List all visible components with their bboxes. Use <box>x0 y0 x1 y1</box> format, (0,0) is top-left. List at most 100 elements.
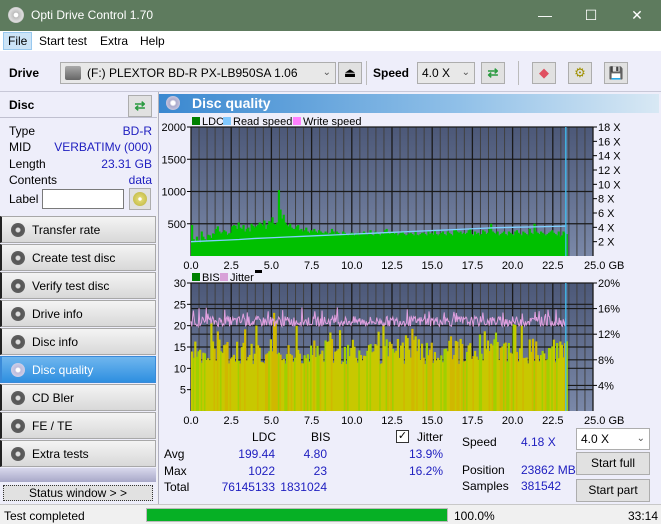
y-tick-label: 10 <box>174 363 186 375</box>
nav-label: Disc info <box>32 335 79 349</box>
nav-transfer-rate[interactable]: Transfer rate <box>0 216 156 243</box>
legend-swatch-jitter <box>220 273 228 281</box>
close-button[interactable]: ✕ <box>614 0 660 31</box>
x-tick-label: 0.0 <box>183 415 198 427</box>
jitter-checkbox[interactable]: ✓ <box>396 430 409 443</box>
eject-button[interactable]: ⏏ <box>338 62 362 84</box>
erase-button[interactable]: ◆ <box>532 62 556 84</box>
nav-create-test-disc[interactable]: Create test disc <box>0 244 156 271</box>
disc-key: MID <box>9 140 31 154</box>
position-value: 23862 MB <box>521 463 576 477</box>
menu-file[interactable]: File <box>3 32 33 50</box>
stats-header-ldc: LDC <box>252 430 277 444</box>
x-tick-label: 10.0 <box>341 260 362 272</box>
samples-value: 381542 <box>521 479 562 493</box>
start-part-button[interactable]: Start part <box>576 479 650 502</box>
disc-header: Disc ⇄ <box>0 92 157 118</box>
refresh-drive-button[interactable]: ⇄ <box>481 62 505 84</box>
disc-icon <box>11 223 25 237</box>
stats-avg-ldc: 199.44 <box>238 447 275 461</box>
save-button[interactable]: 💾 <box>604 62 628 84</box>
chevron-down-icon: ⌄ <box>461 67 470 78</box>
elapsed-time: 33:14 <box>628 509 659 523</box>
disc-row-mid: MID VERBATIMv (000) <box>9 140 152 156</box>
legend-swatch-bis <box>192 273 200 281</box>
nav-label: Drive info <box>32 307 83 321</box>
toolbar: Drive (F:) PLEXTOR BD-R PX-LB950SA 1.06 … <box>0 51 661 92</box>
nav-verify-test-disc[interactable]: Verify test disc <box>0 272 156 299</box>
nav-label: Verify test disc <box>32 279 110 293</box>
nav-cd-bler[interactable]: CD Bler <box>0 384 156 411</box>
legend-jitter: Jitter <box>230 272 254 284</box>
nav-label: CD Bler <box>32 391 75 405</box>
menu-start-test[interactable]: Start test <box>35 33 91 49</box>
menu-extra[interactable]: Extra <box>96 33 132 49</box>
y2-tick-label: 16% <box>598 304 620 316</box>
maximize-button[interactable]: ☐ <box>568 0 614 31</box>
nav-disc-info[interactable]: Disc info <box>0 328 156 355</box>
speed-label: Speed <box>373 66 410 80</box>
nav-drive-info[interactable]: Drive info <box>0 300 156 327</box>
y-tick-label: 20 <box>174 321 186 333</box>
y2-tick-label: 8 X <box>598 194 615 206</box>
nav-extra-tests[interactable]: Extra tests <box>0 440 156 467</box>
nav-filler <box>0 468 156 482</box>
legend-bis: BIS <box>202 272 220 284</box>
stats-max-ldc: 1022 <box>248 464 275 478</box>
bis-legend: BIS Jitter <box>192 270 262 284</box>
y-tick-label: 2000 <box>162 122 186 134</box>
panel-header: Disc quality <box>159 94 659 113</box>
disc-row-contents: Contents data <box>9 173 152 189</box>
stats-avg-bis: 4.80 <box>303 447 327 461</box>
y2-tick-label: 12 X <box>598 165 621 177</box>
disc-icon <box>11 419 25 433</box>
drive-select-value: (F:) PLEXTOR BD-R PX-LB950SA 1.06 <box>87 66 298 80</box>
y-tick-label: 1500 <box>162 154 186 166</box>
ldc-chart: 2000 1500 1000 500 18 X 16 X 14 X 12 X 10 X 8 X 6 … <box>162 122 625 272</box>
disc-icon <box>133 192 147 206</box>
disc-icon <box>11 307 25 321</box>
nav-fe-te[interactable]: FE / TE <box>0 412 156 439</box>
window-title: Opti Drive Control 1.70 <box>31 8 154 22</box>
disc-icon <box>11 363 25 377</box>
speed-select[interactable]: 4.0 X ⌄ <box>417 62 475 84</box>
x-tick-label: 25.0 GB <box>584 260 624 272</box>
toolbar-separator <box>518 61 519 85</box>
x-tick-label: 2.5 <box>224 415 239 427</box>
disc-icon <box>11 251 25 265</box>
ldc-legend: LDC Read speed Write speed <box>192 116 362 128</box>
settings-button[interactable]: ⚙ <box>568 62 592 84</box>
stats-max-bis: 23 <box>313 464 327 478</box>
start-full-button[interactable]: Start full <box>576 452 650 475</box>
y2-tick-label: 4 X <box>598 222 615 234</box>
status-window-button[interactable]: Status window > > <box>3 485 153 501</box>
disc-label-button[interactable] <box>129 188 151 210</box>
title-bar: Opti Drive Control 1.70 — ☐ ✕ <box>0 0 661 31</box>
status-bar: Test completed 100.0% 33:14 <box>0 504 661 524</box>
menu-help[interactable]: Help <box>136 33 169 49</box>
y2-tick-label: 8% <box>598 355 614 367</box>
disc-value: VERBATIMv (000) <box>54 140 152 154</box>
nav-disc-quality[interactable]: Disc quality <box>0 356 156 383</box>
test-speed-select[interactable]: 4.0 X ⌄ <box>576 428 650 450</box>
stats-max-label: Max <box>164 464 187 478</box>
speed-select-value: 4.0 X <box>422 66 451 80</box>
stats-avg-jitter: 13.9% <box>408 447 443 461</box>
minimize-button[interactable]: — <box>522 0 568 31</box>
stats-total-bis: 1831024 <box>280 480 327 494</box>
chevron-down-icon: ⌄ <box>636 433 645 444</box>
stats-max-jitter: 16.2% <box>408 464 443 478</box>
x-tick-label: 10.0 <box>341 415 362 427</box>
x-tick-label: 15.0 <box>421 260 442 272</box>
x-tick-label: 17.5 <box>462 415 483 427</box>
drive-label: Drive <box>9 66 40 80</box>
progress-fill <box>147 509 447 521</box>
speed-value: 4.18 X <box>521 435 556 449</box>
test-speed-value: 4.0 X <box>581 432 610 446</box>
disc-refresh-button[interactable]: ⇄ <box>128 95 152 117</box>
drive-select[interactable]: (F:) PLEXTOR BD-R PX-LB950SA 1.06 ⌄ <box>60 62 336 84</box>
y-tick-label: 1000 <box>162 187 186 199</box>
y2-tick-label: 14 X <box>598 151 621 163</box>
y-tick-label: 15 <box>174 342 186 354</box>
disc-label-input[interactable] <box>42 189 124 209</box>
